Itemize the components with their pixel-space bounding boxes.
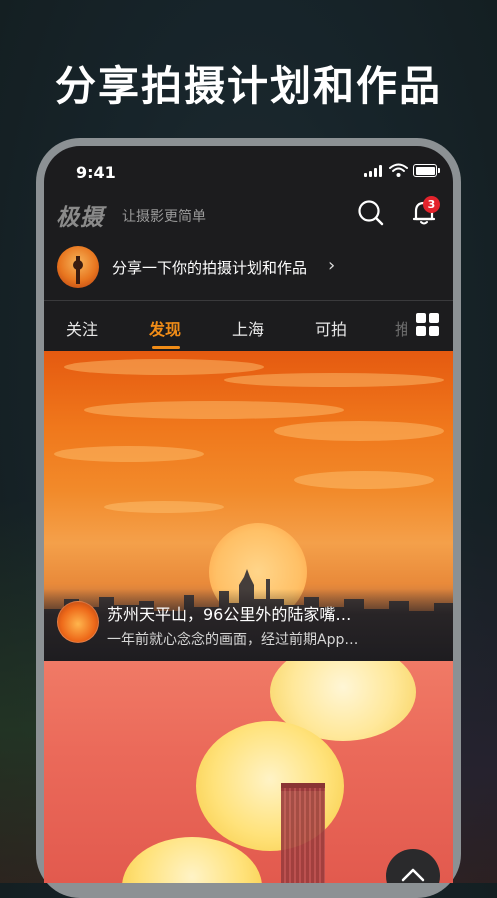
- status-time: 9:41: [76, 163, 116, 182]
- tower-image: [281, 788, 325, 883]
- scroll-to-top-button[interactable]: [386, 849, 440, 883]
- tab-discover[interactable]: 发现: [149, 316, 181, 340]
- card-caption-overlay: [44, 589, 453, 661]
- notification-badge: 3: [423, 196, 440, 213]
- battery-icon: [413, 164, 440, 177]
- wifi-icon: [389, 163, 408, 177]
- search-icon[interactable]: [356, 198, 386, 228]
- feed-card[interactable]: [44, 661, 453, 883]
- avatar[interactable]: [57, 246, 99, 288]
- card-title: 苏州天平山，96公里外的陆家嘴…: [107, 605, 352, 624]
- signal-icon: [364, 165, 384, 177]
- app-bar: 极摄 让摄影更简单 3: [44, 196, 453, 242]
- chevron-up-icon: [401, 868, 425, 882]
- tab-bar: 关注 发现 上海 可拍 推: [44, 301, 453, 351]
- promo-headline: 分享拍摄计划和作品: [55, 62, 442, 110]
- active-tab-indicator: [152, 346, 180, 349]
- feed-card[interactable]: 苏州天平山，96公里外的陆家嘴… 一年前就心念念的画面，经过前期App…: [44, 351, 453, 661]
- card-description: 一年前就心念念的画面，经过前期App…: [107, 632, 359, 648]
- tab-follow[interactable]: 关注: [66, 316, 98, 340]
- app-logo: 极摄: [56, 205, 104, 231]
- grid-icon[interactable]: [416, 313, 440, 337]
- status-bar: 9:41: [44, 146, 453, 196]
- phone-screen: 9:41 极摄 让摄影更简单 3 分享一下你的拍摄计划和作品 › 关注 发现 上…: [44, 146, 453, 883]
- chevron-right-icon: ›: [328, 255, 336, 276]
- tab-recommend[interactable]: 推: [395, 316, 407, 340]
- share-prompt-text: 分享一下你的拍摄计划和作品: [112, 259, 308, 277]
- avatar[interactable]: [57, 601, 99, 643]
- share-prompt-row[interactable]: 分享一下你的拍摄计划和作品 ›: [44, 242, 453, 300]
- app-slogan: 让摄影更简单: [122, 209, 206, 225]
- tab-shootable[interactable]: 可拍: [315, 316, 347, 340]
- tab-shanghai[interactable]: 上海: [232, 316, 264, 340]
